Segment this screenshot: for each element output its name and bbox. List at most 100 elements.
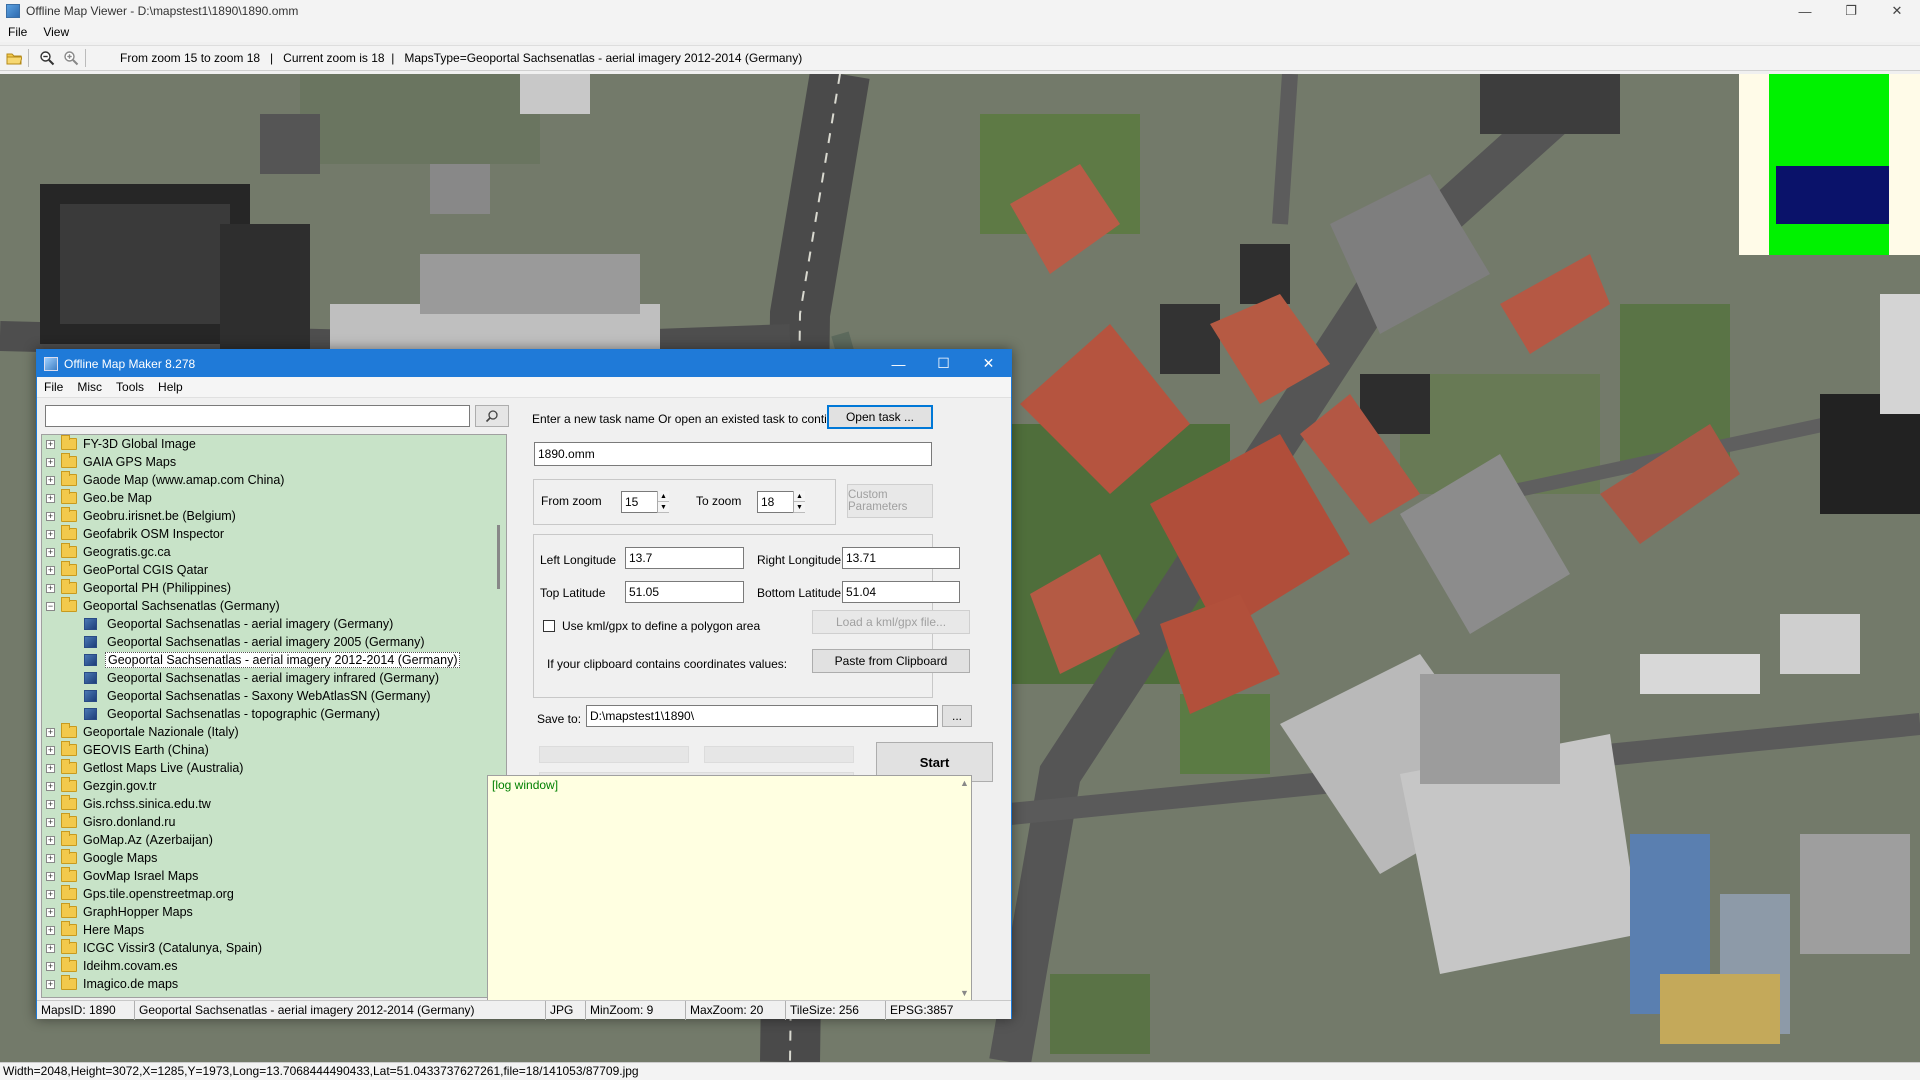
tree-item[interactable]: + Gezgin.gov.tr <box>42 777 506 795</box>
expand-icon[interactable]: + <box>46 439 55 449</box>
tree-item[interactable]: + Geo.be Map <box>42 489 506 507</box>
tree-item[interactable]: + GeoPortal CGIS Qatar <box>42 561 506 579</box>
expand-icon[interactable]: + <box>46 835 55 845</box>
scroll-up-icon[interactable]: ▲ <box>960 778 969 788</box>
tree-item[interactable]: + Geobru.irisnet.be (Belgium) <box>42 507 506 525</box>
tree-item[interactable]: − Geoportal Sachsenatlas (Germany) <box>42 597 506 615</box>
expand-icon[interactable]: + <box>46 493 55 503</box>
tree-child-item[interactable]: Geoportal Sachsenatlas - Saxony WebAtlas… <box>42 687 506 705</box>
zoom-in-icon[interactable] <box>61 48 81 68</box>
restore-button[interactable]: ❐ <box>1828 0 1874 22</box>
open-folder-icon[interactable] <box>4 48 24 68</box>
tree-item[interactable]: + Geoportal PH (Philippines) <box>42 579 506 597</box>
menu-file[interactable]: File <box>37 380 70 394</box>
expand-icon[interactable]: + <box>46 727 55 737</box>
use-kml-checkbox[interactable] <box>543 620 555 632</box>
spin-down-icon[interactable]: ▼ <box>658 502 669 513</box>
save-to-input[interactable]: D:\mapstest1\1890\ <box>586 705 938 727</box>
spin-up-icon[interactable]: ▲ <box>794 491 805 502</box>
tree-item[interactable]: + Google Maps <box>42 849 506 867</box>
expand-icon[interactable]: + <box>46 799 55 809</box>
maximize-button[interactable]: ☐ <box>921 350 966 377</box>
close-button[interactable]: ✕ <box>1874 0 1920 22</box>
bottom-latitude-input[interactable]: 51.04 <box>842 581 960 603</box>
menu-file[interactable]: File <box>0 25 35 39</box>
minimap-overview[interactable] <box>1739 74 1920 255</box>
menu-view[interactable]: View <box>35 25 77 39</box>
spin-down-icon[interactable]: ▼ <box>794 502 805 513</box>
zoom-out-icon[interactable] <box>37 48 57 68</box>
expand-icon[interactable]: + <box>46 961 55 971</box>
expand-icon[interactable]: + <box>46 565 55 575</box>
expand-icon[interactable]: + <box>46 907 55 917</box>
expand-icon[interactable]: + <box>46 763 55 773</box>
log-window[interactable]: [log window] ▲ ▼ <box>487 775 972 1001</box>
tree-item[interactable]: + Here Maps <box>42 921 506 939</box>
minimize-button[interactable]: — <box>876 350 921 377</box>
tree-item[interactable]: + ICGC Vissir3 (Catalunya, Spain) <box>42 939 506 957</box>
expand-icon[interactable]: + <box>46 529 55 539</box>
left-longitude-input[interactable]: 13.7 <box>625 547 744 569</box>
to-zoom-stepper[interactable]: ▲ ▼ <box>793 491 805 513</box>
tree-child-item[interactable]: Geoportal Sachsenatlas - aerial imagery … <box>42 669 506 687</box>
from-zoom-stepper[interactable]: ▲ ▼ <box>657 491 669 513</box>
tree-item[interactable]: + Geoportale Nazionale (Italy) <box>42 723 506 741</box>
expand-icon[interactable]: + <box>46 457 55 467</box>
right-longitude-input[interactable]: 13.71 <box>842 547 960 569</box>
expand-icon[interactable]: + <box>46 475 55 485</box>
expand-icon[interactable]: + <box>46 853 55 863</box>
tree-child-item[interactable]: Geoportal Sachsenatlas - topographic (Ge… <box>42 705 506 723</box>
tree-item[interactable]: + Geogratis.gc.ca <box>42 543 506 561</box>
tree-item[interactable]: + Gis.rchss.sinica.edu.tw <box>42 795 506 813</box>
expand-icon[interactable]: + <box>46 511 55 521</box>
search-input[interactable] <box>45 405 470 427</box>
open-task-button[interactable]: Open task ... <box>827 405 933 429</box>
menu-tools[interactable]: Tools <box>109 380 151 394</box>
tree-item[interactable]: + GAIA GPS Maps <box>42 453 506 471</box>
scroll-down-icon[interactable]: ▼ <box>960 988 969 998</box>
expand-icon[interactable]: + <box>46 979 55 989</box>
task-name-input[interactable]: 1890.omm <box>534 442 932 466</box>
collapse-icon[interactable]: − <box>46 601 55 611</box>
search-button[interactable] <box>475 405 509 427</box>
load-kml-button[interactable]: Load a kml/gpx file... <box>812 610 970 634</box>
expand-icon[interactable]: + <box>46 871 55 881</box>
spin-up-icon[interactable]: ▲ <box>658 491 669 502</box>
expand-icon[interactable]: + <box>46 745 55 755</box>
scrollbar-thumb[interactable] <box>497 525 500 589</box>
tree-item[interactable]: + FY-3D Global Image <box>42 435 506 453</box>
maps-tree[interactable]: + FY-3D Global Image + GAIA GPS Maps + Gaode … <box>41 434 507 998</box>
tree-item[interactable]: + GovMap Israel Maps <box>42 867 506 885</box>
top-latitude-input[interactable]: 51.05 <box>625 581 744 603</box>
log-scrollbar[interactable]: ▲ ▼ <box>957 776 971 1000</box>
menu-help[interactable]: Help <box>151 380 190 394</box>
custom-parameters-button[interactable]: Custom Parameters <box>847 484 933 518</box>
expand-icon[interactable]: + <box>46 943 55 953</box>
tree-item[interactable]: + Geofabrik OSM Inspector <box>42 525 506 543</box>
expand-icon[interactable]: + <box>46 781 55 791</box>
expand-icon[interactable]: + <box>46 547 55 557</box>
tree-item[interactable]: + Getlost Maps Live (Australia) <box>42 759 506 777</box>
tree-item[interactable]: + GEOVIS Earth (China) <box>42 741 506 759</box>
tree-item[interactable]: + Gisro.donland.ru <box>42 813 506 831</box>
tree-item[interactable]: + GraphHopper Maps <box>42 903 506 921</box>
tree-child-item[interactable]: Geoportal Sachsenatlas - aerial imagery … <box>42 651 506 669</box>
expand-icon[interactable]: + <box>46 583 55 593</box>
expand-icon[interactable]: + <box>46 889 55 899</box>
dialog-title-bar[interactable]: Offline Map Maker 8.278 — ☐ ✕ <box>37 350 1011 377</box>
tree-item[interactable]: + Gps.tile.openstreetmap.org <box>42 885 506 903</box>
expand-icon[interactable]: + <box>46 817 55 827</box>
tree-item[interactable]: + GoMap.Az (Azerbaijan) <box>42 831 506 849</box>
close-button[interactable]: ✕ <box>966 350 1011 377</box>
tree-child-item[interactable]: Geoportal Sachsenatlas - aerial imagery … <box>42 615 506 633</box>
minimize-button[interactable]: — <box>1782 0 1828 22</box>
tree-child-item[interactable]: Geoportal Sachsenatlas - aerial imagery … <box>42 633 506 651</box>
tree-item[interactable]: + Gaode Map (www.amap.com China) <box>42 471 506 489</box>
paste-from-clipboard-button[interactable]: Paste from Clipboard <box>812 649 970 673</box>
status-tile-size: TileSize: 256 <box>786 1001 886 1020</box>
tree-item[interactable]: + Ideihm.covam.es <box>42 957 506 975</box>
browse-button[interactable]: ... <box>942 705 972 727</box>
tree-item[interactable]: + Imagico.de maps <box>42 975 506 993</box>
menu-misc[interactable]: Misc <box>70 380 109 394</box>
expand-icon[interactable]: + <box>46 925 55 935</box>
